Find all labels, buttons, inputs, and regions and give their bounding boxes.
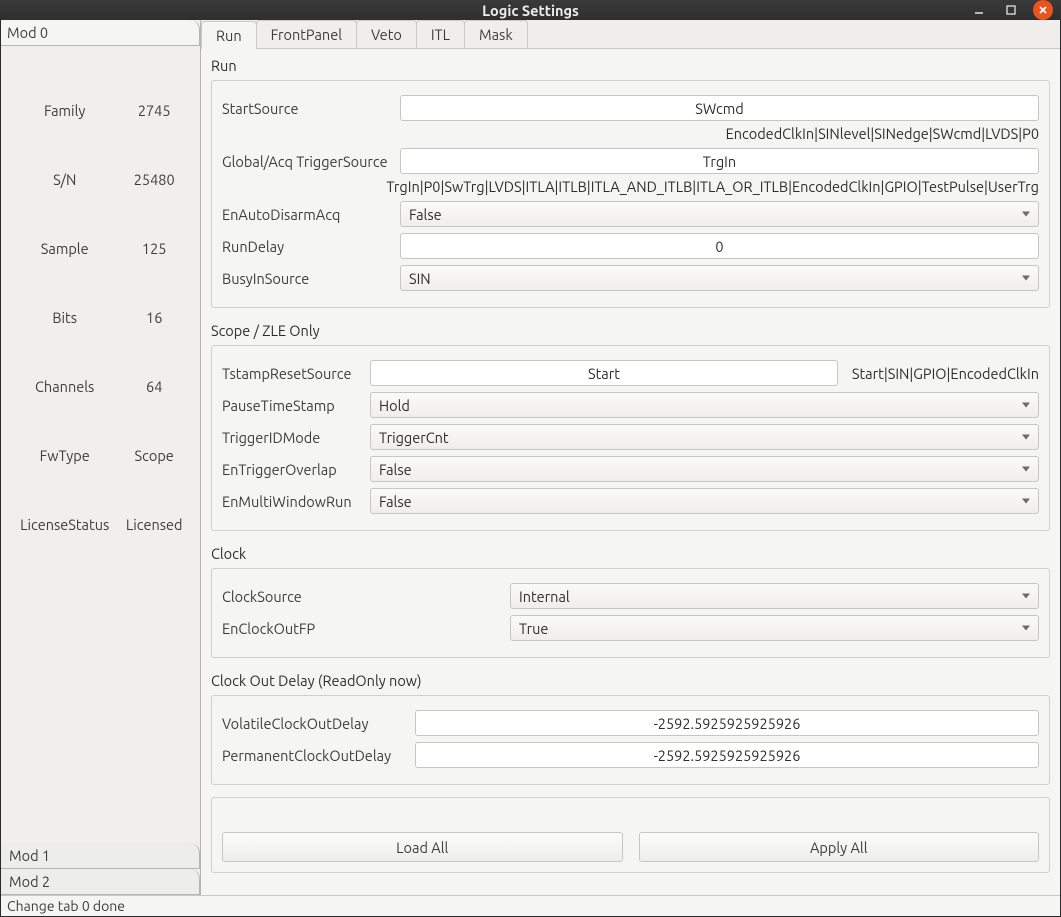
module-tab-strip: Mod 0 Family2745 S/N25480 Sample125 Bits… xyxy=(1,20,201,895)
enautodisarm-label: EnAutoDisarmAcq xyxy=(222,206,392,223)
info-val-family: 2745 xyxy=(118,76,190,145)
tab-mask[interactable]: Mask xyxy=(464,20,528,48)
permanentdelay-input[interactable] xyxy=(415,742,1039,768)
run-group: StartSource EncodedClkIn|SINlevel|SINedg… xyxy=(211,80,1050,308)
clock-group: ClockSource Internal EnClockOutFP True xyxy=(211,568,1050,658)
tstampreset-label: TstampResetSource xyxy=(222,365,362,382)
titlebar: Logic Settings xyxy=(0,0,1061,20)
startsource-input[interactable] xyxy=(400,95,1039,121)
tab-itl[interactable]: ITL xyxy=(416,20,465,48)
settings-panel: Run FrontPanel Veto ITL Mask Run StartSo… xyxy=(201,20,1060,895)
info-key-licensestatus: LicenseStatus xyxy=(11,490,118,559)
globaltrg-hint: TrgIn|P0|SwTrg|LVDS|ITLA|ITLB|ITLA_AND_I… xyxy=(386,178,1039,195)
clocksource-select[interactable]: Internal xyxy=(510,583,1039,609)
enautodisarm-select[interactable]: False xyxy=(400,201,1039,227)
startsource-hint: EncodedClkIn|SINlevel|SINedge|SWcmd|LVDS… xyxy=(726,125,1039,142)
enmultiwindowrun-label: EnMultiWindowRun xyxy=(222,493,362,510)
load-all-button[interactable]: Load All xyxy=(222,832,623,862)
info-val-channels: 64 xyxy=(118,352,190,421)
info-val-licensestatus: Licensed xyxy=(118,490,190,559)
close-button[interactable] xyxy=(1033,0,1053,20)
volatiledelay-input[interactable] xyxy=(415,710,1039,736)
enclockoutfp-select[interactable]: True xyxy=(510,615,1039,641)
info-val-sample: 125 xyxy=(118,214,190,283)
volatiledelay-label: VolatileClockOutDelay xyxy=(222,715,407,732)
tstampreset-input[interactable] xyxy=(370,360,838,386)
module-tab-2[interactable]: Mod 2 xyxy=(1,869,200,895)
clock-section-title: Clock xyxy=(211,543,1050,566)
window-title: Logic Settings xyxy=(0,2,1061,19)
busyinsource-label: BusyInSource xyxy=(222,270,392,287)
module-tab-0-label: Mod 0 xyxy=(7,24,48,41)
entriggeroverlap-label: EnTriggerOverlap xyxy=(222,461,362,478)
run-section-title: Run xyxy=(211,55,1050,78)
triggeridmode-select[interactable]: TriggerCnt xyxy=(370,424,1039,450)
tstampreset-hint: Start|SIN|GPIO|EncodedClkIn xyxy=(852,365,1039,382)
entriggeroverlap-select[interactable]: False xyxy=(370,456,1039,482)
enmultiwindowrun-select[interactable]: False xyxy=(370,488,1039,514)
scopezle-section-title: Scope / ZLE Only xyxy=(211,320,1050,343)
status-text: Change tab 0 done xyxy=(7,898,125,914)
clocksource-label: ClockSource xyxy=(222,588,502,605)
clockdelay-group: VolatileClockOutDelay PermanentClockOutD… xyxy=(211,695,1050,785)
info-val-sn: 25480 xyxy=(118,145,190,214)
button-group: Load All Apply All xyxy=(211,797,1050,873)
pausets-label: PauseTimeStamp xyxy=(222,397,362,414)
scopezle-group: TstampResetSource Start|SIN|GPIO|Encoded… xyxy=(211,345,1050,531)
rundelay-label: RunDelay xyxy=(222,238,392,255)
module-tab-1[interactable]: Mod 1 xyxy=(1,843,200,869)
busyinsource-select[interactable]: SIN xyxy=(400,265,1039,291)
clockdelay-section-title: Clock Out Delay (ReadOnly now) xyxy=(211,670,1050,693)
triggeridmode-label: TriggerIDMode xyxy=(222,429,362,446)
info-key-sn: S/N xyxy=(11,145,118,214)
window-controls xyxy=(969,0,1053,20)
tab-veto[interactable]: Veto xyxy=(356,20,417,48)
maximize-button[interactable] xyxy=(1001,0,1021,20)
rundelay-input[interactable] xyxy=(400,233,1039,259)
permanentdelay-label: PermanentClockOutDelay xyxy=(222,747,407,764)
module-info: Family2745 S/N25480 Sample125 Bits16 Cha… xyxy=(1,46,200,843)
pausets-select[interactable]: Hold xyxy=(370,392,1039,418)
info-key-fwtype: FwType xyxy=(11,421,118,490)
module-tab-0[interactable]: Mod 0 xyxy=(1,20,200,46)
module-tab-1-label: Mod 1 xyxy=(9,847,50,864)
apply-all-button[interactable]: Apply All xyxy=(639,832,1040,862)
enclockoutfp-label: EnClockOutFP xyxy=(222,620,502,637)
tab-run[interactable]: Run xyxy=(201,21,257,49)
status-bar: Change tab 0 done xyxy=(1,895,1060,916)
startsource-label: StartSource xyxy=(222,100,392,117)
module-tab-2-label: Mod 2 xyxy=(9,873,50,890)
info-val-bits: 16 xyxy=(118,283,190,352)
globaltrg-input[interactable] xyxy=(400,148,1039,174)
app-body: Mod 0 Family2745 S/N25480 Sample125 Bits… xyxy=(0,20,1061,917)
info-key-family: Family xyxy=(11,76,118,145)
info-key-sample: Sample xyxy=(11,214,118,283)
sub-tab-strip: Run FrontPanel Veto ITL Mask xyxy=(201,20,1060,49)
tab-frontpanel[interactable]: FrontPanel xyxy=(256,20,357,48)
info-val-fwtype: Scope xyxy=(118,421,190,490)
info-key-bits: Bits xyxy=(11,283,118,352)
globaltrg-label: Global/Acq TriggerSource xyxy=(222,153,392,170)
minimize-button[interactable] xyxy=(969,0,989,20)
info-key-channels: Channels xyxy=(11,352,118,421)
